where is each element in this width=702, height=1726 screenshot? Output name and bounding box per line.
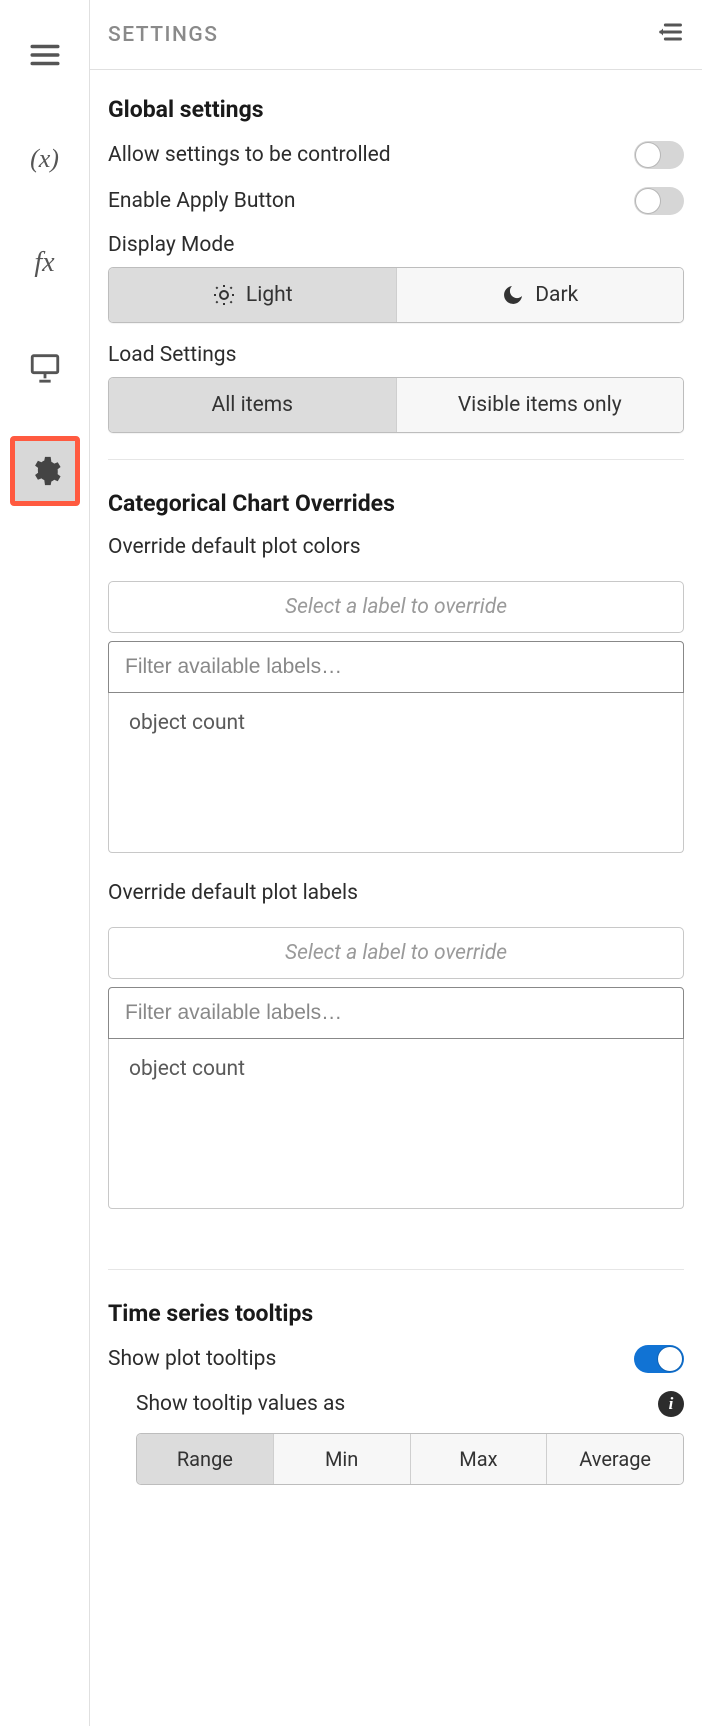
toggle-knob <box>636 189 660 213</box>
min-label: Min <box>325 1447 358 1471</box>
average-label: Average <box>579 1447 651 1471</box>
row-show-tooltips: Show plot tooltips <box>108 1345 684 1373</box>
panel-header: SETTINGS <box>90 0 702 70</box>
range-label: Range <box>177 1447 233 1471</box>
load-visible-only-button[interactable]: Visible items only <box>397 378 684 432</box>
override-labels-filter-input[interactable] <box>108 987 684 1039</box>
sidebar-item-function[interactable]: fx <box>10 228 80 298</box>
enable-apply-label: Enable Apply Button <box>108 189 296 213</box>
variable-icon: (x) <box>30 144 59 174</box>
light-label: Light <box>246 283 293 307</box>
collapse-panel-button[interactable] <box>656 18 684 51</box>
sidebar-item-settings[interactable] <box>10 436 80 506</box>
override-labels-option[interactable]: object count <box>129 1053 663 1085</box>
page-title: SETTINGS <box>108 23 218 47</box>
main-panel: SETTINGS Global settings Allow settings … <box>90 0 702 1726</box>
row-enable-apply: Enable Apply Button <box>108 187 684 215</box>
toggle-knob <box>658 1347 682 1371</box>
display-mode-group: Light Dark <box>108 267 684 323</box>
all-items-label: All items <box>212 393 294 417</box>
row-allow-controlled: Allow settings to be controlled <box>108 141 684 169</box>
override-labels-options: object count <box>108 1039 684 1209</box>
visible-only-label: Visible items only <box>458 393 622 417</box>
dark-label: Dark <box>535 283 578 307</box>
tooltip-subsection: Show tooltip values as i Range Min Max A… <box>108 1391 684 1485</box>
section-title-tooltips: Time series tooltips <box>108 1300 684 1327</box>
override-colors-select[interactable]: Select a label to override <box>108 581 684 633</box>
display-mode-label: Display Mode <box>108 233 684 257</box>
show-tooltips-toggle[interactable] <box>634 1345 684 1373</box>
row-tooltip-values-as: Show tooltip values as i <box>136 1391 684 1417</box>
gear-icon <box>28 454 62 488</box>
hamburger-icon <box>28 38 62 72</box>
divider <box>108 1269 684 1270</box>
tooltip-mode-max-button[interactable]: Max <box>411 1434 548 1484</box>
collapse-icon <box>656 18 684 46</box>
tooltip-mode-range-button[interactable]: Range <box>137 1434 274 1484</box>
override-colors-options: object count <box>108 693 684 853</box>
tooltip-mode-min-button[interactable]: Min <box>274 1434 411 1484</box>
override-colors-filter-input[interactable] <box>108 641 684 693</box>
tooltip-mode-average-button[interactable]: Average <box>547 1434 683 1484</box>
allow-controlled-toggle[interactable] <box>634 141 684 169</box>
override-labels-label: Override default plot labels <box>108 881 684 905</box>
sun-icon <box>212 283 236 307</box>
info-icon[interactable]: i <box>658 1391 684 1417</box>
show-tooltips-label: Show plot tooltips <box>108 1347 276 1371</box>
override-labels-placeholder: Select a label to override <box>285 941 507 965</box>
override-colors-option[interactable]: object count <box>129 707 663 739</box>
display-mode-light-button[interactable]: Light <box>109 268 397 322</box>
presentation-icon <box>28 350 62 384</box>
display-mode-dark-button[interactable]: Dark <box>397 268 684 322</box>
override-colors-placeholder: Select a label to override <box>285 595 507 619</box>
moon-icon <box>501 283 525 307</box>
load-all-items-button[interactable]: All items <box>109 378 397 432</box>
sidebar-item-menu[interactable] <box>10 20 80 90</box>
sidebar: (x) fx <box>0 0 90 1726</box>
sidebar-item-presentation[interactable] <box>10 332 80 402</box>
override-colors-label: Override default plot colors <box>108 535 684 559</box>
tooltip-values-as-label: Show tooltip values as <box>136 1392 345 1416</box>
section-title-global: Global settings <box>108 96 684 123</box>
override-labels-select[interactable]: Select a label to override <box>108 927 684 979</box>
toggle-knob <box>636 143 660 167</box>
tooltip-values-group: Range Min Max Average <box>136 1433 684 1485</box>
sidebar-item-variable[interactable]: (x) <box>10 124 80 194</box>
content-scroll[interactable]: Global settings Allow settings to be con… <box>90 70 702 1726</box>
divider <box>108 459 684 460</box>
allow-controlled-label: Allow settings to be controlled <box>108 143 391 167</box>
enable-apply-toggle[interactable] <box>634 187 684 215</box>
load-settings-label: Load Settings <box>108 343 684 367</box>
max-label: Max <box>459 1447 497 1471</box>
section-title-categorical: Categorical Chart Overrides <box>108 490 684 517</box>
function-icon: fx <box>34 247 54 279</box>
load-settings-group: All items Visible items only <box>108 377 684 433</box>
